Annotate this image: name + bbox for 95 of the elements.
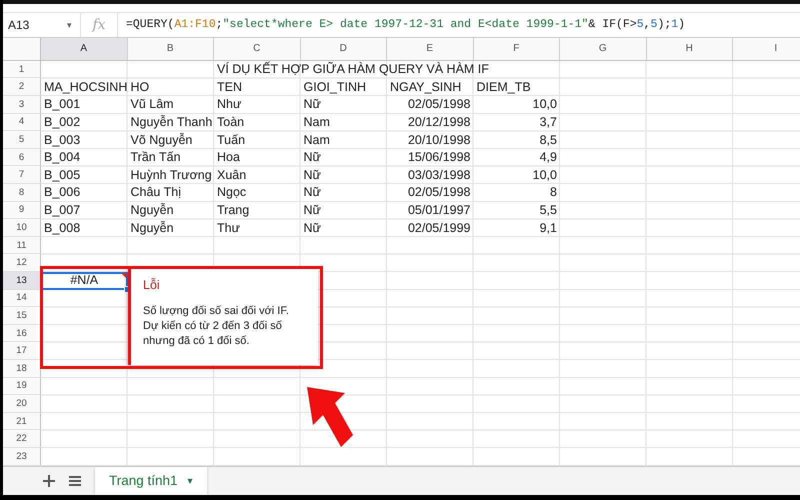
table-title: VÍ DỤ KẾT HỢP GIỮA HÀM QUERY VÀ HÀM IF <box>216 60 490 78</box>
row-header[interactable]: 13 <box>3 272 41 290</box>
table-cell-text: Vũ Lâm <box>130 96 175 114</box>
row-header[interactable]: 16 <box>3 324 41 342</box>
sheet-tab[interactable]: Trang tính1 ▾ <box>95 466 207 495</box>
table-cell-text: 02/05/1998 <box>406 96 472 114</box>
table-cell-text: 20/10/1998 <box>406 132 472 149</box>
table-cell-text: 15/06/1998 <box>406 149 472 166</box>
table-cell-text: MA_HOCSINH <box>43 78 128 96</box>
row-header[interactable]: 9 <box>3 202 41 220</box>
table-cell-text: Trang <box>216 202 250 219</box>
table-cell-text: Nữ <box>302 149 322 166</box>
row-header[interactable]: 17 <box>3 342 41 360</box>
table-cell-text: Nữ <box>302 96 322 114</box>
table-cell-text: 20/12/1998 <box>406 114 472 131</box>
table-cell-text: Nữ <box>302 166 322 184</box>
column-header[interactable]: B <box>128 38 214 60</box>
row-header[interactable]: 1 <box>3 60 41 78</box>
row-header[interactable]: 18 <box>3 360 41 378</box>
row-header[interactable]: 6 <box>3 148 41 166</box>
table-cell-text: Thư <box>216 220 241 237</box>
table-cell-text: Trần Tấn <box>130 149 182 166</box>
row-header[interactable]: 4 <box>3 114 41 132</box>
table-cell-text: 05/01/1997 <box>406 202 472 219</box>
table-cell-text: B_008 <box>43 220 82 237</box>
row-header[interactable]: 3 <box>3 96 41 114</box>
row-header[interactable]: 20 <box>3 395 41 413</box>
table-cell-text: 10,0 <box>532 166 558 184</box>
table-cell-text: 8,5 <box>538 132 558 149</box>
column-header[interactable]: C <box>214 38 300 60</box>
table-cell-text: Nữ <box>302 202 322 219</box>
formula-input[interactable]: =QUERY(A1:F10;"select*where E> date 1997-12-31 and E<date 1999-1-1"& IF(F>5,5);1) <box>117 12 686 37</box>
row-header[interactable]: 22 <box>3 430 41 448</box>
row-header[interactable]: 8 <box>3 184 41 202</box>
table-cell-text: GIOI_TINH <box>302 78 368 96</box>
table-cell-text: Huỳnh Trương <box>130 166 213 184</box>
column-header[interactable]: I <box>733 38 800 60</box>
table-cell-text: Hoa <box>216 149 241 166</box>
table-cell-text: B_005 <box>43 166 82 184</box>
table-cell-text: 8 <box>549 184 558 202</box>
column-header[interactable]: F <box>474 38 560 60</box>
table-cell-text: B_004 <box>43 149 82 166</box>
table-cell-text: Tuấn <box>216 132 246 149</box>
table-cell-text: Nam <box>302 114 331 131</box>
table-cell-text: Toàn <box>216 114 246 131</box>
row-header[interactable]: 7 <box>3 166 41 184</box>
table-cell-text: Nguyễn <box>130 220 175 237</box>
table-cell-text: 02/05/1999 <box>406 220 472 237</box>
row-header[interactable]: 23 <box>3 448 41 466</box>
column-header[interactable]: H <box>646 38 733 60</box>
row-header[interactable]: 11 <box>3 236 41 254</box>
row-header[interactable]: 5 <box>3 131 41 149</box>
row-header[interactable]: 19 <box>3 378 41 396</box>
table-cell-text: Ngọc <box>216 184 248 202</box>
table-cell-text: Nữ <box>302 184 322 202</box>
table-cell-text: 9,1 <box>538 220 558 237</box>
arrow-icon <box>305 384 355 449</box>
table-cell-text: DIEM_TB <box>476 78 532 96</box>
table-cell-text: Nguyễn Thanh <box>130 114 214 131</box>
table-cell-text: B_001 <box>43 96 82 114</box>
function-icon: fx <box>81 16 117 33</box>
table-cell-text: Nam <box>302 132 331 149</box>
table-cell-text: Châu Thị <box>130 184 182 202</box>
selected-cell[interactable]: #N/A <box>41 272 128 290</box>
table-cell-text: 5,5 <box>538 202 558 219</box>
row-header[interactable]: 12 <box>3 254 41 272</box>
column-header[interactable]: G <box>560 38 646 60</box>
table-cell-text: Như <box>216 96 242 114</box>
row-header[interactable]: 2 <box>3 78 41 96</box>
row-header[interactable]: 14 <box>3 290 41 308</box>
table-cell-text: Nữ <box>302 220 322 237</box>
column-header[interactable]: E <box>387 38 474 60</box>
table-cell-text: B_003 <box>43 132 82 149</box>
table-cell-text: 03/03/1998 <box>406 166 472 184</box>
table-cell-text: B_002 <box>43 114 82 131</box>
table-cell-text: 02/05/1998 <box>406 184 472 202</box>
row-header[interactable]: 21 <box>3 412 41 430</box>
table-cell-text: Nguyễn <box>130 202 175 219</box>
column-header[interactable]: A <box>41 38 128 60</box>
table-cell-text: TEN <box>216 78 243 96</box>
row-header[interactable]: 15 <box>3 307 41 325</box>
table-cell-text: Xuân <box>216 166 248 184</box>
table-cell-text: 10,0 <box>532 96 558 114</box>
name-box[interactable]: A13 ▾ <box>3 12 81 37</box>
table-cell-text: B_006 <box>43 184 82 202</box>
table-cell-text: 3,7 <box>538 114 558 131</box>
table-cell-text: HO <box>130 78 150 96</box>
column-header[interactable]: D <box>300 38 387 60</box>
table-cell-text: 4,9 <box>538 149 558 166</box>
table-cell-text: NGAY_SINH <box>389 78 462 96</box>
error-title: Lỗi <box>143 278 161 292</box>
table-cell-text: B_007 <box>43 202 82 219</box>
error-message: Số lượng đối số sai đối với IF. Dự kiến có từ 2 đến 3 đối số nhưng đã có 1 đối số. <box>143 304 290 349</box>
row-header[interactable]: 10 <box>3 219 41 237</box>
table-cell-text: Võ Nguyễn <box>130 132 194 149</box>
